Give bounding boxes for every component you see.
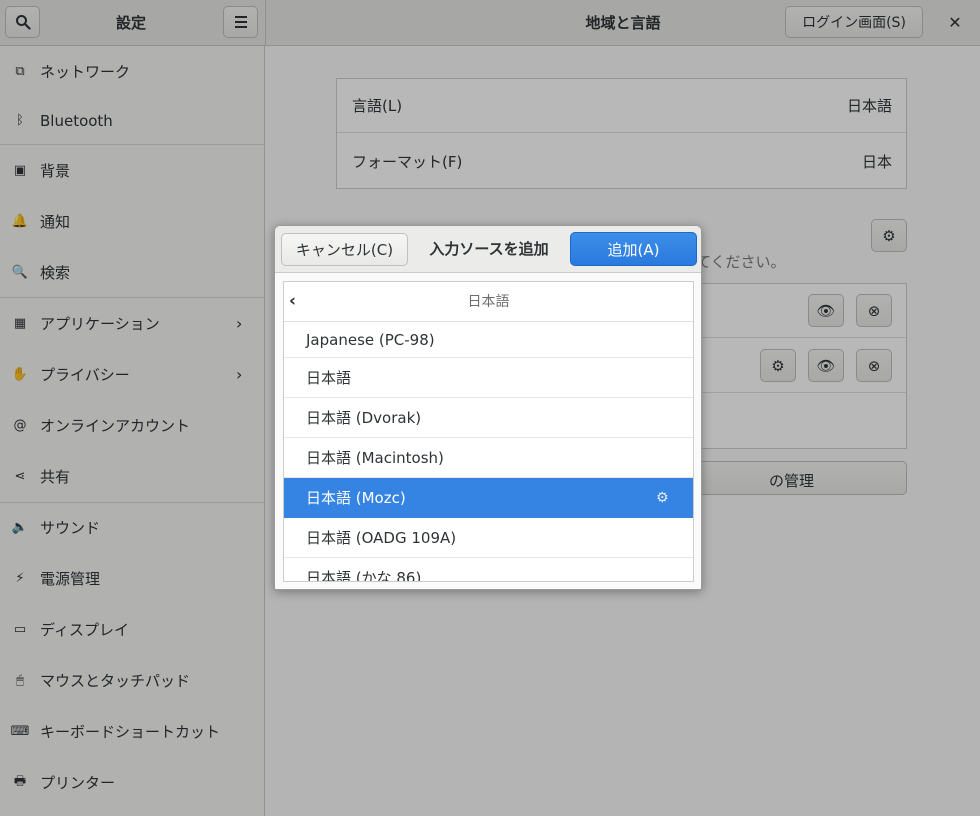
input-source-label: 日本語 (かな 86) bbox=[306, 569, 422, 582]
cancel-button[interactable]: キャンセル(C) bbox=[281, 233, 408, 266]
input-source-item[interactable]: 日本語 (OADG 109A) bbox=[284, 518, 693, 558]
add-button[interactable]: 追加(A) bbox=[570, 232, 697, 266]
list-header[interactable]: ‹ 日本語 bbox=[284, 282, 693, 322]
list-header-title: 日本語 bbox=[467, 294, 510, 310]
input-source-item[interactable]: 日本語 (Dvorak) bbox=[284, 398, 693, 438]
input-source-label: 日本語 (Dvorak) bbox=[306, 409, 422, 427]
input-source-label: 日本語 (OADG 109A) bbox=[306, 529, 457, 547]
input-source-item[interactable]: 日本語 (Macintosh) bbox=[284, 438, 693, 478]
input-source-label: 日本語 (Macintosh) bbox=[306, 449, 444, 467]
input-source-item[interactable]: Japanese (PC-98) bbox=[284, 322, 693, 358]
input-source-item[interactable]: 日本語 (かな 86) bbox=[284, 558, 693, 582]
dialog-title: 入力ソースを追加 bbox=[429, 240, 549, 258]
input-source-item[interactable]: 日本語 bbox=[284, 358, 693, 398]
gears-icon: ⚙ bbox=[656, 489, 669, 506]
input-source-label: Japanese (PC-98) bbox=[306, 330, 435, 349]
input-source-item[interactable]: 日本語 (Mozc) ⚙ bbox=[284, 478, 693, 518]
input-source-list[interactable]: ‹ 日本語 Japanese (PC-98) 日本語日本語 (Dvorak) 日本語… bbox=[283, 281, 694, 582]
input-source-label: 日本語 bbox=[306, 369, 352, 387]
dialog-header: キャンセル(C) 入力ソースを追加 追加(A) bbox=[275, 226, 701, 273]
input-source-label: 日本語 (Mozc) bbox=[306, 489, 406, 507]
add-input-source-dialog: キャンセル(C) 入力ソースを追加 追加(A) ‹ 日本語 Japanese (… bbox=[274, 225, 702, 590]
